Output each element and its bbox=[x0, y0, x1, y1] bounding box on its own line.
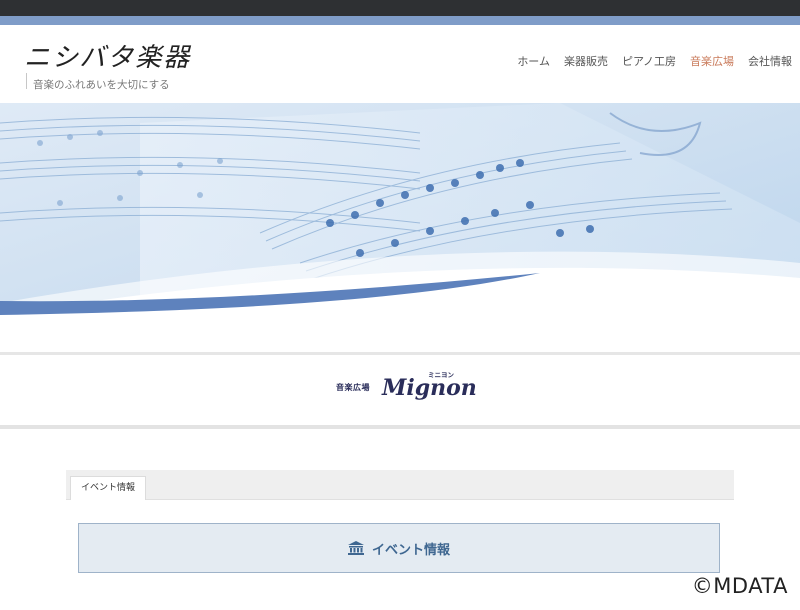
content-area: イベント情報 イベント情報 ©MDATA bbox=[0, 429, 800, 610]
logo-prefix: 音楽広場 bbox=[336, 383, 370, 392]
building-icon bbox=[347, 541, 364, 555]
nav-item-music-plaza[interactable]: 音楽広場 bbox=[690, 53, 734, 69]
logo-ruby: ミニヨン bbox=[428, 371, 454, 379]
logo-band: 音楽広場 Mignon ミニヨン bbox=[0, 355, 800, 425]
hero-banner bbox=[0, 103, 800, 351]
mignon-logo[interactable]: 音楽広場 Mignon ミニヨン bbox=[336, 369, 477, 409]
nav-item-home[interactable]: ホーム bbox=[517, 53, 550, 69]
tagline-container: 音楽のふれあいを大切にする bbox=[26, 73, 170, 91]
tab-strip: イベント情報 bbox=[66, 470, 734, 501]
site-title[interactable]: ニシバタ楽器 bbox=[24, 37, 191, 74]
sheet-music-image bbox=[0, 103, 800, 351]
tab-event-info[interactable]: イベント情報 bbox=[70, 476, 147, 501]
tab-panel-body: イベント情報 bbox=[66, 500, 734, 610]
tab-panel: イベント情報 イベント情報 bbox=[66, 470, 734, 610]
main-nav: ホーム 楽器販売 ピアノ工房 音楽広場 会社情報 bbox=[517, 53, 792, 69]
top-dark-bar bbox=[0, 0, 800, 16]
event-info-heading: イベント情報 bbox=[371, 542, 450, 558]
nav-item-instrument-sales[interactable]: 楽器販売 bbox=[564, 53, 608, 69]
top-accent-bar bbox=[0, 16, 800, 25]
nav-item-piano-workshop[interactable]: ピアノ工房 bbox=[622, 53, 676, 69]
site-tagline: 音楽のふれあいを大切にする bbox=[33, 79, 170, 91]
event-info-heading-box: イベント情報 bbox=[78, 523, 720, 573]
watermark: ©MDATA bbox=[687, 574, 792, 598]
site-header: ニシバタ楽器 音楽のふれあいを大切にする ホーム 楽器販売 ピアノ工房 音楽広場… bbox=[0, 25, 800, 103]
nav-item-company-info[interactable]: 会社情報 bbox=[748, 53, 792, 69]
